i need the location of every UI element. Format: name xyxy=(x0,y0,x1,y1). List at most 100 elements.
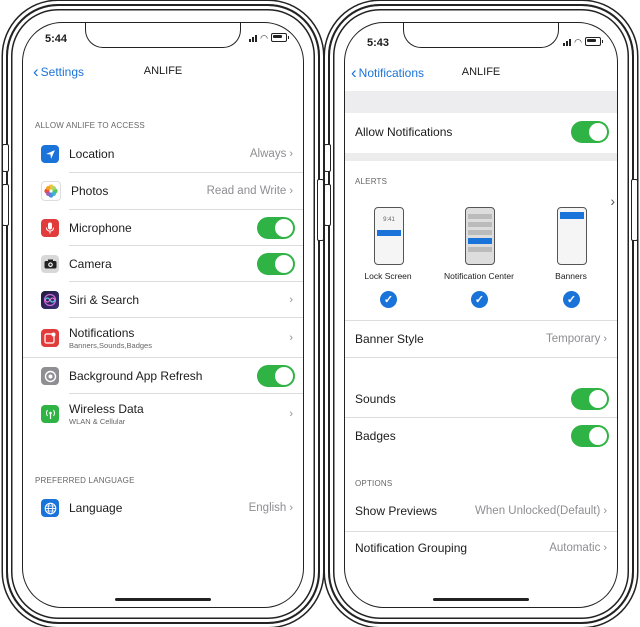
row-value: Temporary › xyxy=(546,333,607,345)
left-phone: 5:44 ◠ ‹ Settings ANLIFE ALLOW ANLIFE TO… xyxy=(2,4,324,624)
photos-flower-icon xyxy=(41,181,61,201)
row-value: When Unlocked(Default) › xyxy=(475,505,607,517)
row-label: Microphone xyxy=(69,221,132,235)
right-side-button-1 xyxy=(324,144,331,172)
row-allow-notifications[interactable]: Allow Notifications xyxy=(345,113,617,151)
section-header-options: OPTIONS xyxy=(355,479,393,488)
row-banner-style[interactable]: Banner Style Temporary › xyxy=(345,321,617,357)
chevron-right-icon: › xyxy=(289,332,293,344)
row-text: Notifications Banners,Sounds,Badges xyxy=(69,326,152,350)
status-icons: ◠ xyxy=(563,36,603,47)
alert-label-lock-screen: Lock Screen xyxy=(364,271,412,281)
row-photos[interactable]: Photos Read and Write › xyxy=(23,173,303,209)
right-side-button-2 xyxy=(324,184,331,226)
row-location[interactable]: Location Always › xyxy=(23,136,303,172)
divider xyxy=(345,153,617,161)
allow-notifications-toggle[interactable] xyxy=(571,121,609,143)
background-refresh-toggle[interactable] xyxy=(257,365,295,387)
check-lock-screen-icon[interactable]: ✓ xyxy=(380,291,397,308)
row-sounds[interactable]: Sounds xyxy=(345,381,617,417)
gear-icon xyxy=(41,367,59,385)
signal-icon xyxy=(249,34,258,42)
notification-center-preview[interactable] xyxy=(465,207,495,265)
divider xyxy=(69,393,303,394)
left-screen: 5:44 ◠ ‹ Settings ANLIFE ALLOW ANLIFE TO… xyxy=(22,22,304,608)
row-value: Automatic › xyxy=(549,542,607,554)
status-time: 5:43 xyxy=(367,37,390,49)
battery-icon xyxy=(585,37,603,46)
globe-icon xyxy=(41,499,59,517)
row-label: Allow Notifications xyxy=(355,125,453,139)
wifi-icon: ◠ xyxy=(260,32,268,43)
left-side-button-2 xyxy=(2,184,9,226)
row-label: Wireless Data xyxy=(69,402,144,416)
check-banners-icon[interactable]: ✓ xyxy=(563,291,580,308)
chevron-right-icon: › xyxy=(289,408,293,420)
row-label: Sounds xyxy=(355,392,396,406)
row-label: Notification Grouping xyxy=(355,541,468,555)
camera-icon xyxy=(41,255,59,273)
check-notification-center-icon[interactable]: ✓ xyxy=(471,291,488,308)
row-label: Siri & Search xyxy=(69,293,140,307)
nav-bar: ‹ Notifications ANLIFE xyxy=(345,64,617,86)
row-label: Banner Style xyxy=(355,332,424,346)
row-value: English › xyxy=(248,502,293,514)
row-value: Read and Write › xyxy=(206,185,293,197)
row-siri-search[interactable]: Siri & Search › xyxy=(23,282,303,318)
row-language[interactable]: Language English › xyxy=(23,490,303,526)
notch xyxy=(85,23,241,48)
siri-icon xyxy=(41,291,59,309)
lock-screen-time: 9:41 xyxy=(383,217,395,223)
row-text: Wireless Data WLAN & Cellular xyxy=(69,402,144,426)
chevron-right-icon[interactable]: › xyxy=(610,193,615,209)
row-subtitle: WLAN & Cellular xyxy=(69,417,126,426)
row-label: Camera xyxy=(69,257,112,271)
page-title: ANLIFE xyxy=(461,66,501,78)
home-indicator xyxy=(433,598,529,601)
nav-bar: ‹ Settings ANLIFE xyxy=(23,63,303,85)
row-microphone[interactable]: Microphone xyxy=(23,210,303,246)
row-label: Notifications xyxy=(69,326,135,340)
divider xyxy=(345,357,617,358)
left-side-button-3 xyxy=(317,179,324,241)
nc-row xyxy=(468,230,492,235)
row-badges[interactable]: Badges xyxy=(345,418,617,454)
page-title: ANLIFE xyxy=(143,65,183,77)
row-notifications[interactable]: Notifications Banners,Sounds,Badges › xyxy=(23,319,303,357)
chevron-right-icon: › xyxy=(289,294,293,306)
banner-strip xyxy=(560,212,584,219)
camera-toggle[interactable] xyxy=(257,253,295,275)
right-side-button-3 xyxy=(631,179,638,241)
lock-screen-banner xyxy=(377,230,401,236)
section-header-access: ALLOW ANLIFE TO ACCESS xyxy=(35,121,145,130)
banners-preview[interactable] xyxy=(557,207,587,265)
wifi-icon: ◠ xyxy=(574,36,582,47)
microphone-toggle[interactable] xyxy=(257,217,295,239)
alert-label-banners: Banners xyxy=(555,271,587,281)
row-show-previews[interactable]: Show Previews When Unlocked(Default) › xyxy=(345,493,617,529)
alert-label-notification-center: Notification Center xyxy=(444,271,514,281)
status-icons: ◠ xyxy=(249,32,289,43)
row-label: Badges xyxy=(355,429,396,443)
nc-row xyxy=(468,222,492,227)
row-notification-grouping[interactable]: Notification Grouping Automatic › xyxy=(345,530,617,566)
section-header-alerts: ALERTS xyxy=(355,177,388,186)
row-label: Location xyxy=(69,147,115,161)
row-wireless-data[interactable]: Wireless Data WLAN & Cellular › xyxy=(23,395,303,433)
divider xyxy=(69,317,303,318)
badges-toggle[interactable] xyxy=(571,425,609,447)
sounds-toggle[interactable] xyxy=(571,388,609,410)
location-arrow-icon xyxy=(41,145,59,163)
lock-screen-preview[interactable]: 9:41 xyxy=(374,207,404,265)
left-side-button-1 xyxy=(2,144,9,172)
row-label: Photos xyxy=(71,184,109,198)
nc-banner xyxy=(468,238,492,244)
row-camera[interactable]: Camera xyxy=(23,246,303,282)
section-header-language: PREFERRED LANGUAGE xyxy=(35,476,135,485)
notification-icon xyxy=(41,329,59,347)
antenna-icon xyxy=(41,405,59,423)
signal-icon xyxy=(563,38,572,46)
row-value: Always › xyxy=(249,148,293,160)
row-background-refresh[interactable]: Background App Refresh xyxy=(23,358,303,394)
microphone-icon xyxy=(41,219,59,237)
